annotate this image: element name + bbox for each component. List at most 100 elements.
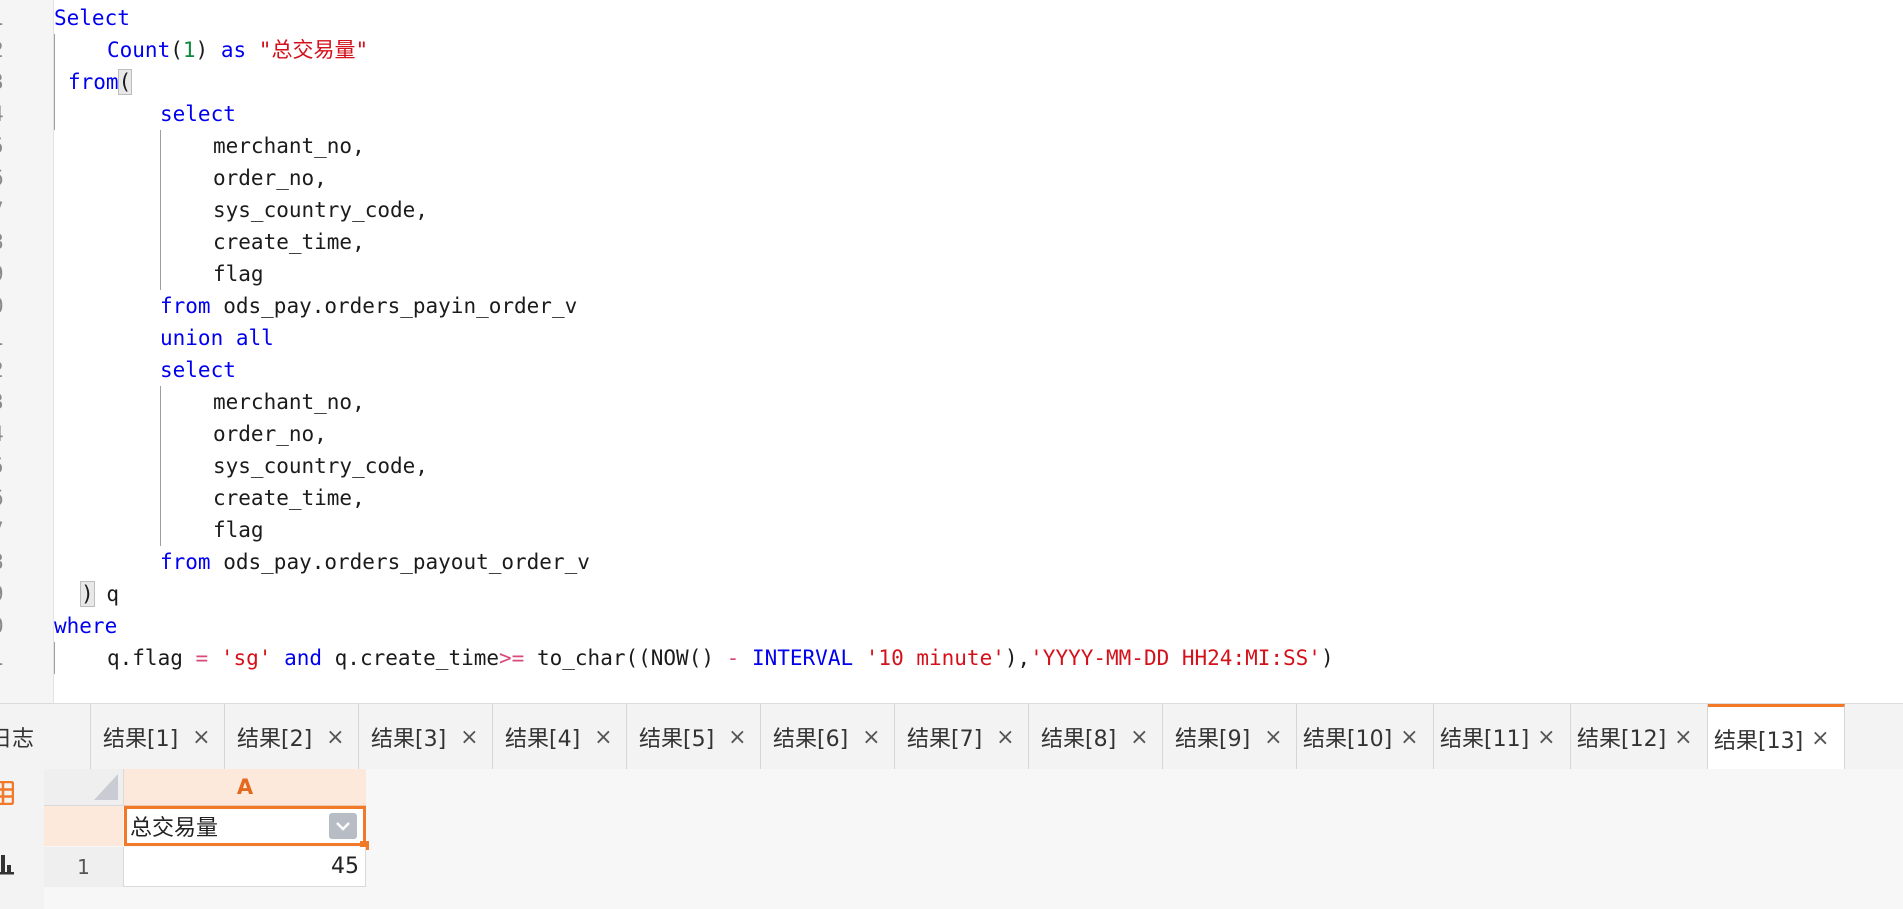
tab-result-11[interactable]: 结果[11] × bbox=[1434, 704, 1571, 770]
code-line: from( bbox=[68, 66, 133, 98]
tab-result-5[interactable]: 结果[5] × bbox=[627, 704, 761, 770]
close-icon[interactable]: × bbox=[1537, 725, 1555, 750]
code-area[interactable]: Select Count(1) as "总交易量" from( select m… bbox=[54, 0, 1903, 703]
close-icon[interactable]: × bbox=[1264, 725, 1282, 750]
bar-chart-icon[interactable] bbox=[0, 851, 14, 879]
punct-token: ), bbox=[1004, 646, 1031, 670]
keyword-token: as bbox=[220, 38, 247, 62]
punct-token: ( bbox=[170, 38, 183, 62]
close-icon[interactable]: × bbox=[192, 725, 210, 750]
operator-token: - bbox=[726, 646, 740, 670]
code-line: order_no, bbox=[213, 166, 327, 190]
tab-log[interactable]: 日志 bbox=[0, 704, 91, 770]
sql-editor[interactable]: 1 2 3 4 5 6 7 8 9 0 1 2 3 4 5 6 7 8 9 0 … bbox=[0, 0, 1903, 703]
matched-paren: ( bbox=[117, 69, 133, 95]
punct-token: ) bbox=[195, 38, 209, 62]
alias-token: q bbox=[106, 582, 119, 606]
keyword-token: INTERVAL bbox=[751, 646, 854, 670]
tab-label: 结果[11] bbox=[1440, 727, 1530, 752]
code-line: create_time, bbox=[213, 230, 365, 254]
line-number: 5 bbox=[0, 450, 41, 482]
ident-token: to_char((NOW() bbox=[536, 646, 714, 670]
tab-label: 结果[2] bbox=[237, 727, 313, 752]
code-line: order_no, bbox=[213, 422, 327, 446]
close-icon[interactable]: × bbox=[1400, 725, 1418, 750]
tab-result-1[interactable]: 结果[1] × bbox=[91, 704, 225, 770]
number-token: 1 bbox=[182, 38, 196, 62]
column-header-a[interactable]: A bbox=[124, 769, 366, 806]
result-grid[interactable]: A 总交易量 1 45 bbox=[44, 769, 1903, 909]
punct-token: ) bbox=[1320, 646, 1334, 670]
tab-result-10[interactable]: 结果[10] × bbox=[1297, 704, 1434, 770]
code-line: ) q bbox=[80, 578, 119, 610]
string-token: '10 minute' bbox=[865, 646, 1005, 670]
field-header-cell[interactable]: 总交易量 bbox=[124, 806, 366, 846]
data-cell[interactable]: 45 bbox=[124, 847, 366, 887]
string-token: 'YYYY-MM-DD HH24:MI:SS' bbox=[1030, 646, 1321, 670]
close-icon[interactable]: × bbox=[594, 725, 612, 750]
tab-label: 结果[3] bbox=[371, 727, 447, 752]
code-line: merchant_no, bbox=[213, 134, 365, 158]
code-line: merchant_no, bbox=[213, 390, 365, 414]
code-line: q.flag = 'sg' and q.create_time>= to_cha… bbox=[107, 642, 1334, 674]
tab-label: 结果[5] bbox=[639, 727, 715, 752]
close-icon[interactable]: × bbox=[326, 725, 344, 750]
operator-token: = bbox=[195, 646, 209, 670]
keyword-token: and bbox=[284, 646, 322, 670]
line-number: 4 bbox=[0, 98, 41, 130]
tab-result-7[interactable]: 结果[7] × bbox=[895, 704, 1029, 770]
code-line: select bbox=[160, 98, 236, 130]
line-number: 3 bbox=[0, 66, 41, 98]
select-all-corner[interactable] bbox=[44, 769, 124, 806]
table-token: ods_pay.orders_payin_order_v bbox=[223, 294, 578, 318]
tab-label: 日志 bbox=[0, 727, 35, 752]
result-view-sidebar bbox=[0, 769, 44, 909]
chevron-down-icon[interactable] bbox=[329, 813, 357, 839]
close-icon[interactable]: × bbox=[1130, 725, 1148, 750]
keyword-token: union all bbox=[160, 326, 274, 350]
code-line: where bbox=[54, 610, 117, 642]
code-line: Select bbox=[54, 2, 130, 34]
keyword-token: where bbox=[54, 614, 118, 638]
tab-result-4[interactable]: 结果[4] × bbox=[493, 704, 627, 770]
close-icon[interactable]: × bbox=[460, 725, 478, 750]
line-number: 7 bbox=[0, 194, 41, 226]
line-number: 3 bbox=[0, 386, 41, 418]
table-icon[interactable] bbox=[0, 780, 15, 809]
code-line: create_time, bbox=[213, 486, 365, 510]
operator-token: >= bbox=[499, 646, 525, 670]
keyword-token: select bbox=[160, 358, 236, 382]
close-icon[interactable]: × bbox=[996, 725, 1014, 750]
indent-guide bbox=[160, 130, 161, 290]
code-line: from ods_pay.orders_payout_order_v bbox=[160, 546, 590, 578]
indent-guide bbox=[54, 642, 55, 674]
tab-result-2[interactable]: 结果[2] × bbox=[225, 704, 359, 770]
line-number: 0 bbox=[0, 290, 41, 322]
tab-label: 结果[12] bbox=[1577, 727, 1667, 752]
line-number: 6 bbox=[0, 162, 41, 194]
code-line: union all bbox=[160, 322, 274, 354]
close-icon[interactable]: × bbox=[1811, 726, 1829, 751]
header-row-marker bbox=[44, 806, 123, 846]
tab-label: 结果[13] bbox=[1714, 728, 1804, 754]
keyword-token: from bbox=[160, 550, 211, 574]
keyword-token: Count bbox=[107, 38, 171, 62]
ident-token: q.flag bbox=[107, 646, 183, 670]
keyword-token: select bbox=[160, 102, 236, 126]
tab-result-6[interactable]: 结果[6] × bbox=[761, 704, 895, 770]
tab-result-8[interactable]: 结果[8] × bbox=[1029, 704, 1163, 770]
tab-result-13[interactable]: 结果[13] × bbox=[1708, 704, 1845, 770]
keyword-token: from bbox=[160, 294, 211, 318]
line-number: 8 bbox=[0, 546, 41, 578]
code-line: Count(1) as "总交易量" bbox=[107, 34, 368, 66]
close-icon[interactable]: × bbox=[862, 725, 880, 750]
close-icon[interactable]: × bbox=[728, 725, 746, 750]
line-number: 8 bbox=[0, 226, 41, 258]
line-number: 5 bbox=[0, 130, 41, 162]
line-number-gutter: 1 2 3 4 5 6 7 8 9 0 1 2 3 4 5 6 7 8 9 0 … bbox=[0, 0, 54, 703]
close-icon[interactable]: × bbox=[1674, 725, 1692, 750]
tab-result-9[interactable]: 结果[9] × bbox=[1163, 704, 1297, 770]
tab-result-12[interactable]: 结果[12] × bbox=[1571, 704, 1708, 770]
tab-result-3[interactable]: 结果[3] × bbox=[359, 704, 493, 770]
tab-label: 结果[4] bbox=[505, 727, 581, 752]
